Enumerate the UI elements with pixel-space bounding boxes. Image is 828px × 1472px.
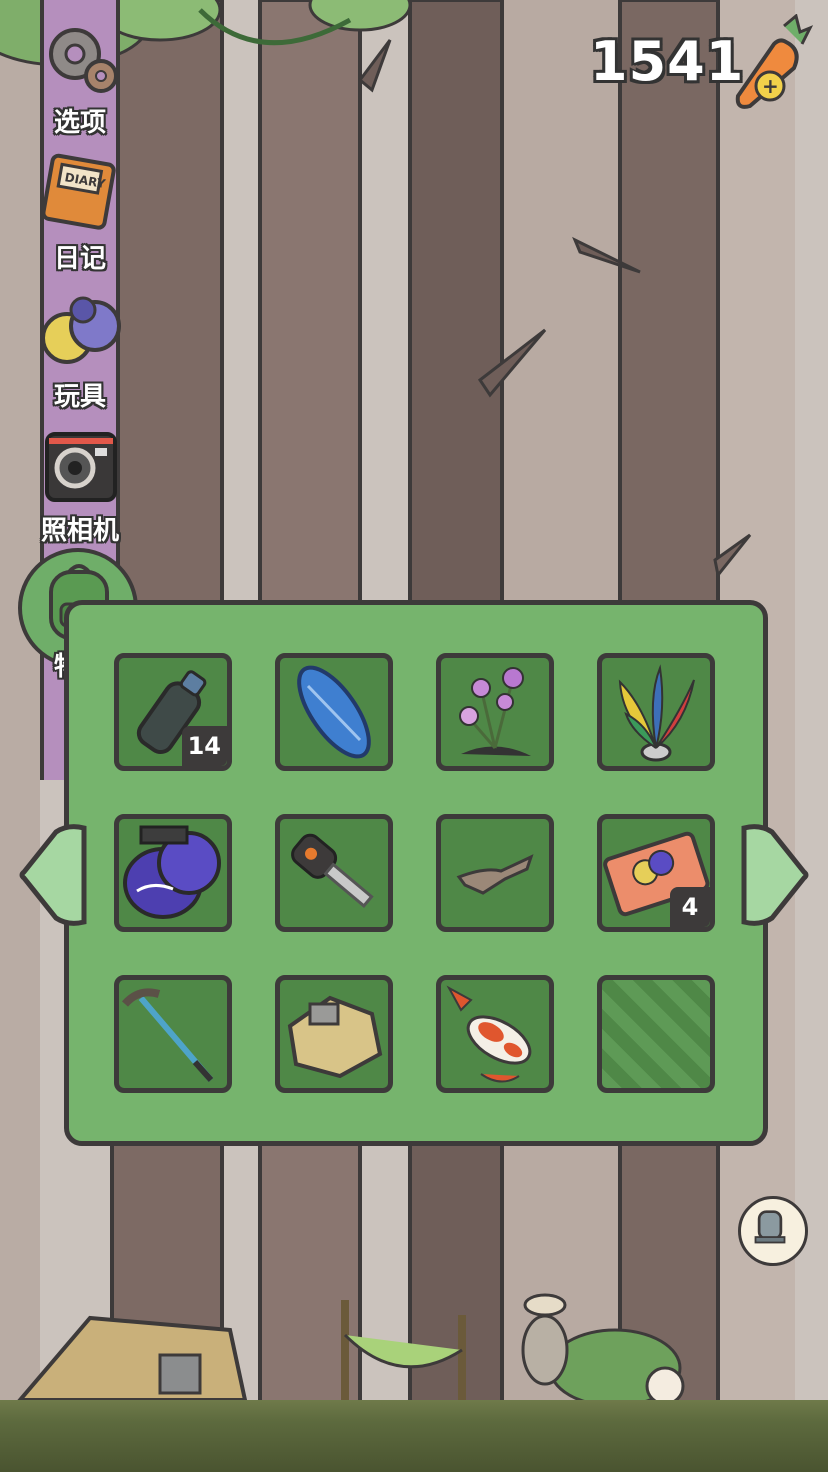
- diary-icon: DIARY: [41, 153, 116, 230]
- svg-text:+: +: [762, 74, 779, 98]
- item-count-badge: 14: [181, 726, 227, 766]
- menu-camera-label: 照相机: [40, 516, 119, 546]
- gear-icon: [49, 28, 118, 93]
- menu-camera[interactable]: 照相机: [20, 422, 140, 547]
- car-key-icon: [291, 833, 374, 908]
- inventory-slot[interactable]: [114, 975, 232, 1093]
- arrow-left-icon[interactable]: [18, 820, 88, 930]
- inventory-slot[interactable]: 14: [114, 653, 232, 771]
- inventory-slot[interactable]: 4: [597, 814, 715, 932]
- feather-shuttlecock-icon: [618, 664, 695, 762]
- driftwood-icon: [456, 854, 534, 895]
- item-count-badge: 4: [670, 887, 710, 927]
- koi-fish-icon: [446, 985, 532, 1083]
- inventory-slot[interactable]: [436, 814, 554, 932]
- inventory-panel: 14 4: [64, 600, 768, 1146]
- menu-options[interactable]: 选项: [20, 14, 140, 139]
- boxing-gloves-icon: [123, 825, 221, 919]
- inventory-slot[interactable]: [275, 653, 393, 771]
- inventory-slot[interactable]: [275, 975, 393, 1093]
- menu-options-label: 选项: [53, 108, 106, 138]
- toys-icon: [41, 296, 121, 364]
- patched-cloth-icon: [287, 995, 383, 1079]
- grass-ground: [0, 1400, 828, 1472]
- menu-toys-label: 玩具: [53, 382, 106, 412]
- surfboard-icon: [297, 665, 371, 759]
- orchid-flowers-icon: [459, 667, 531, 756]
- arrow-right-icon[interactable]: [740, 820, 810, 930]
- tombstone-photo-icon: [754, 1210, 786, 1244]
- menu-diary[interactable]: DIARY 日记: [20, 150, 140, 275]
- tombstone-photo-button[interactable]: [738, 1196, 808, 1266]
- clover-count: 1541: [590, 30, 745, 93]
- camera-icon: [45, 432, 117, 502]
- menu-toys[interactable]: 玩具: [20, 288, 140, 413]
- inventory-slot[interactable]: [114, 814, 232, 932]
- inventory-slot-empty: [597, 975, 715, 1093]
- inventory-slot[interactable]: [597, 653, 715, 771]
- menu-diary-label: 日记: [53, 244, 106, 274]
- inventory-slot[interactable]: [436, 975, 554, 1093]
- hiking-pole-icon: [121, 988, 214, 1082]
- inventory-slot[interactable]: [436, 653, 554, 771]
- carrot-plus-icon[interactable]: +: [728, 14, 814, 110]
- inventory-slot[interactable]: [275, 814, 393, 932]
